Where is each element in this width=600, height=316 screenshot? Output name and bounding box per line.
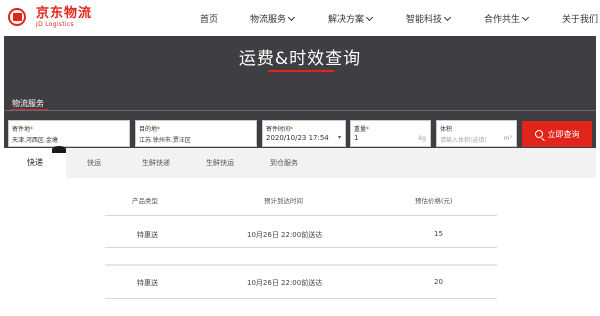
query-button-label: 立即查询	[547, 129, 580, 139]
chevron-down-icon	[521, 13, 530, 22]
header-product-type: 产品类型	[132, 197, 158, 205]
send-time-field[interactable]: 寄件时间* 2020/10/23 17:54 ▾	[262, 120, 346, 147]
destination-value: 江苏.徐州市.贾汪区	[139, 137, 191, 144]
page-title: 运费&时效查询	[238, 49, 362, 69]
logo-cn-text: 京东物流	[36, 5, 93, 21]
chevron-down-icon	[365, 13, 374, 22]
volume-unit: m³	[503, 135, 512, 142]
nav-item-home[interactable]: 首页	[200, 12, 218, 25]
header-arrival-time: 预计到达时间	[264, 197, 303, 205]
weight-label: 重量	[354, 126, 367, 133]
query-button[interactable]: 立即查询	[522, 121, 592, 147]
send-time-value: 2020/10/23 17:54	[266, 134, 329, 142]
tab-fresh-express[interactable]: 生鲜快递	[124, 148, 188, 178]
weight-field[interactable]: 重量* 1 kg	[350, 120, 431, 147]
title-underline	[268, 70, 334, 72]
tab-fresh-freight[interactable]: 生鲜快运	[188, 148, 252, 178]
tab-freight[interactable]: 快运	[66, 148, 122, 178]
row-2-price: 20	[434, 278, 443, 286]
nav-item-solutions[interactable]: 解决方案	[328, 12, 374, 25]
logo-en-text: JD Logistics	[36, 20, 74, 28]
nav-item-about[interactable]: 关于我们	[562, 12, 598, 25]
row-2-product: 特惠送	[137, 279, 158, 287]
hero-divider	[4, 110, 596, 111]
row-1-arrival: 10月26日 22:00前送达	[247, 231, 323, 239]
row-divider	[105, 247, 497, 248]
row-1-product: 特惠送	[137, 231, 158, 239]
volume-field[interactable]: 体积 请输入体积(选填) m³	[436, 120, 517, 147]
origin-value: 天津.河西区.金塘	[12, 137, 58, 144]
product-tabs: 快递 快运 生鲜快递 生鲜快运 到仓服务	[4, 148, 596, 178]
jd-logistics-logo[interactable]: 京东物流 JD Logistics	[6, 6, 92, 28]
destination-label: 目的地	[139, 126, 158, 133]
volume-label: 体积	[440, 126, 453, 133]
chevron-down-icon	[287, 13, 296, 22]
weight-value: 1	[354, 134, 359, 142]
chevron-down-icon	[443, 13, 452, 22]
nav-item-cooperation[interactable]: 合作共生	[484, 12, 530, 25]
send-time-label: 寄件时间	[266, 126, 291, 133]
tab-logistics-service[interactable]: 物流服务	[12, 98, 44, 109]
destination-field[interactable]: 目的地* 江苏.徐州市.贾汪区	[135, 120, 257, 147]
weight-unit: kg	[418, 135, 426, 142]
row-divider	[105, 298, 497, 299]
caret-down-icon: ▾	[337, 134, 341, 141]
logo-icon	[6, 6, 32, 28]
origin-label: 寄件地	[12, 126, 31, 133]
origin-field[interactable]: 寄件地* 天津.河西区.金塘	[8, 120, 130, 147]
row-divider	[105, 215, 497, 216]
tab-warehouse-service[interactable]: 到仓服务	[252, 148, 316, 178]
header-price: 预估价格(元)	[415, 197, 453, 205]
row-divider	[105, 264, 497, 266]
row-1-price: 15	[434, 230, 443, 238]
row-2-arrival: 10月26日 22:00前送达	[247, 279, 323, 287]
top-nav: 京东物流 JD Logistics 首页 物流服务 解决方案 智能科技 合作共生…	[0, 0, 600, 36]
cursor-marker	[52, 146, 66, 153]
nav-item-smart-tech[interactable]: 智能科技	[406, 12, 452, 25]
volume-placeholder: 请输入体积(选填)	[440, 137, 487, 144]
search-icon	[534, 130, 543, 138]
nav-item-logistics-services[interactable]: 物流服务	[250, 12, 296, 25]
